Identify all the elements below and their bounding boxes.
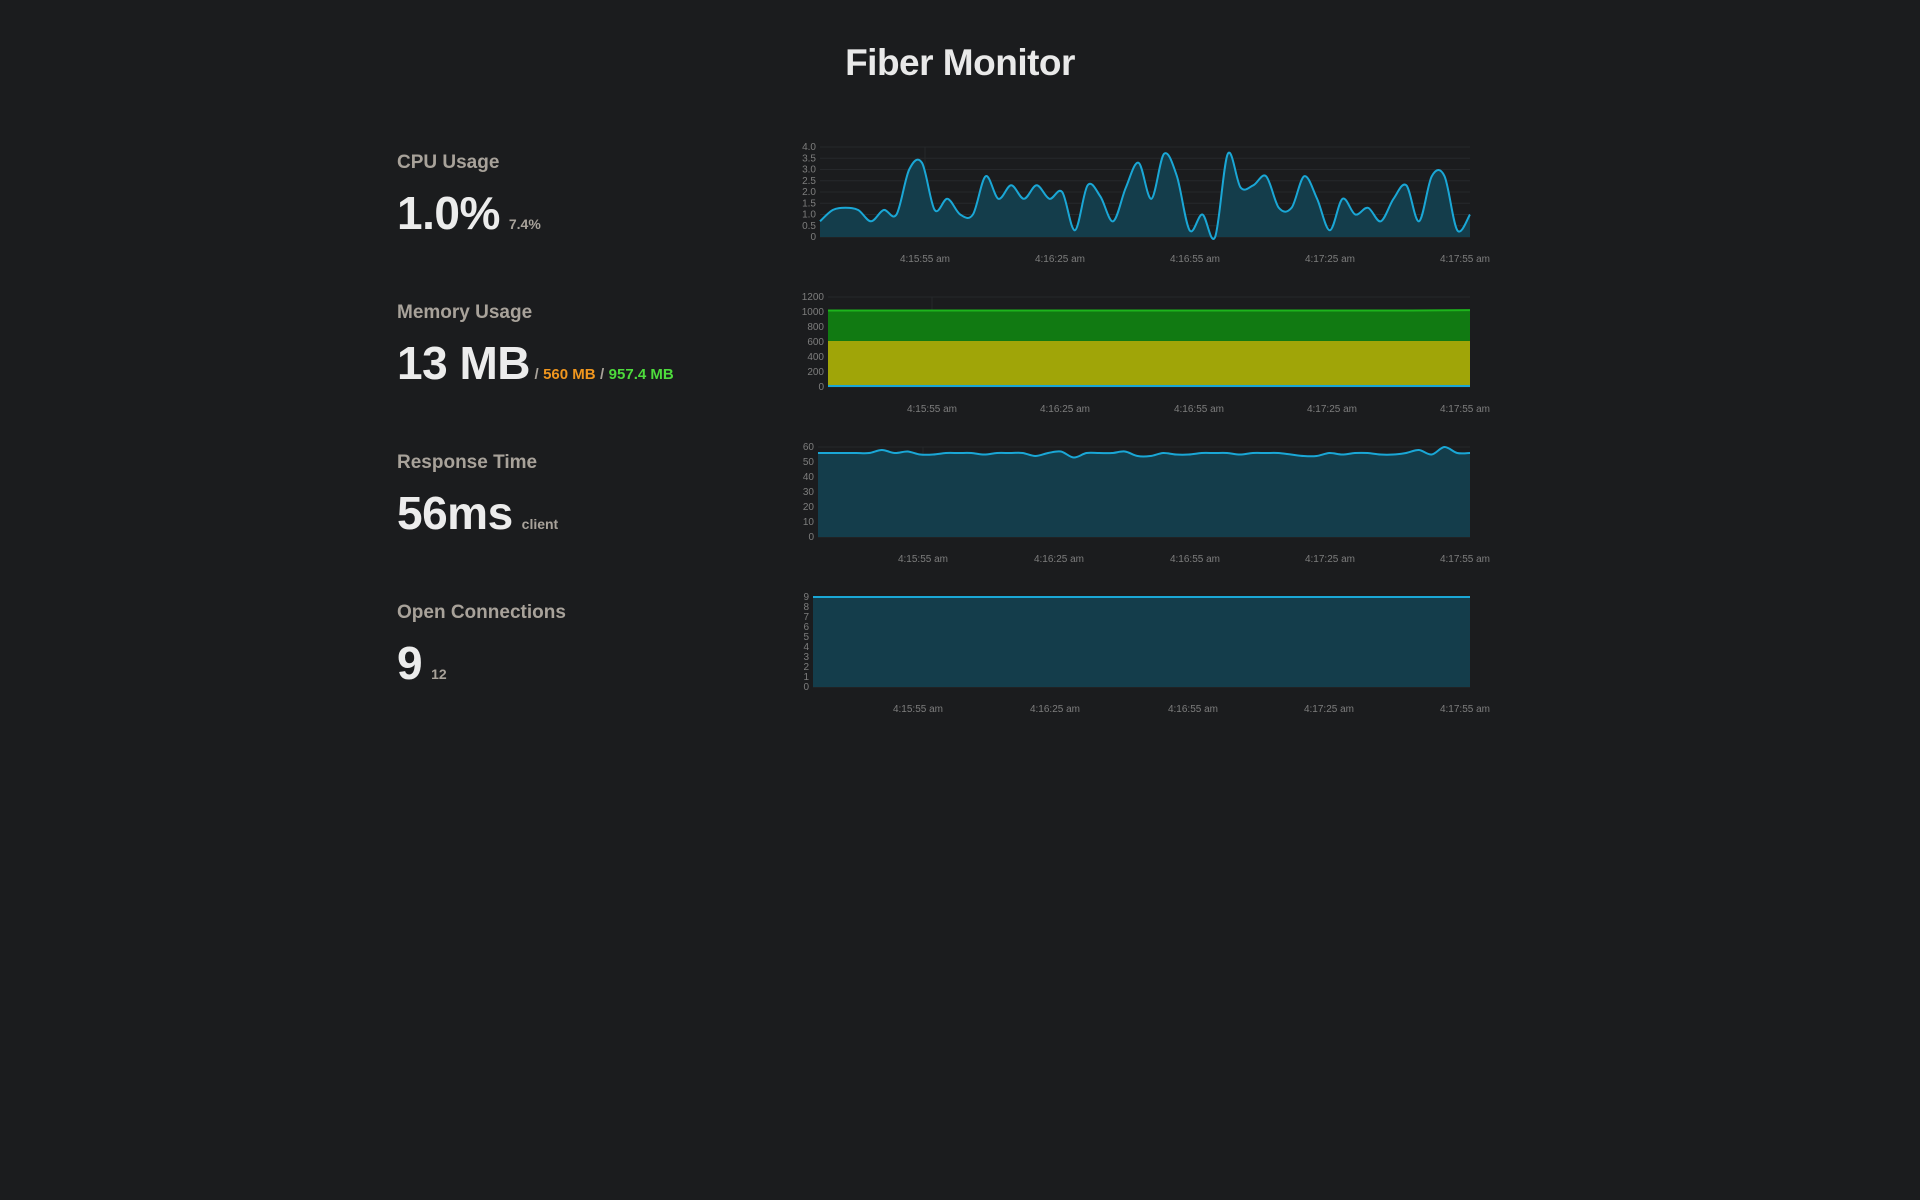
memory-heap-value: 560 MB (543, 366, 596, 383)
y-tick-label: 0 (810, 232, 816, 243)
cpu-system-value: 7.4% (508, 216, 541, 232)
x-tick-label: 4:16:55 am (1168, 704, 1218, 715)
response-chart: 0 10 20 30 40 50 60 4:15:55 am 4:16:25 am 4:16:55… (803, 442, 1490, 565)
y-tick-label: 30 (803, 487, 815, 498)
y-tick-label: 8 (803, 602, 809, 613)
x-tick-label: 4:17:55 am (1440, 254, 1490, 265)
x-tick-label: 4:17:25 am (1305, 254, 1355, 265)
y-tick-label: 3.5 (802, 153, 816, 164)
x-tick-label: 4:16:25 am (1030, 704, 1080, 715)
y-tick-label: 1000 (802, 307, 825, 318)
y-tick-label: 7 (803, 612, 809, 623)
open-connections-sub: 12 (431, 666, 447, 682)
y-tick-label: 600 (807, 337, 824, 348)
y-tick-label: 800 (807, 322, 824, 333)
memory-separator: / (534, 366, 539, 383)
y-tick-label: 60 (803, 442, 815, 453)
y-tick-label: 2.5 (802, 176, 816, 187)
x-tick-label: 4:17:55 am (1440, 554, 1490, 565)
y-tick-label: 40 (803, 472, 815, 483)
open-connections-value: 9 (397, 637, 423, 689)
y-tick-label: 10 (803, 517, 815, 528)
y-tick-label: 20 (803, 502, 815, 513)
y-tick-label: 4 (803, 642, 809, 653)
memory-usage-value: 13 MB (397, 337, 530, 389)
memory-separator: / (600, 366, 605, 383)
y-tick-label: 1 (803, 672, 809, 683)
x-tick-label: 4:16:55 am (1174, 404, 1224, 415)
x-tick-label: 4:17:55 am (1440, 404, 1490, 415)
y-tick-label: 2 (803, 662, 809, 673)
x-tick-label: 4:16:25 am (1040, 404, 1090, 415)
connections-chart: 0123456789 4:15:55 am 4:16:25 am 4:16:55 am… (803, 592, 1490, 715)
y-tick-label: 1.5 (802, 198, 816, 209)
cpu-usage-label: CPU Usage (397, 152, 500, 173)
response-time-label: Response Time (397, 452, 538, 473)
memory-usage-label: Memory Usage (397, 302, 533, 323)
x-tick-label: 4:17:25 am (1307, 404, 1357, 415)
x-tick-label: 4:16:25 am (1034, 554, 1084, 565)
memory-value-line: 13 MB / 560 MB / 957.4 MB (397, 336, 674, 390)
x-tick-label: 4:17:25 am (1304, 704, 1354, 715)
x-tick-label: 4:16:25 am (1035, 254, 1085, 265)
x-tick-label: 4:17:55 am (1440, 704, 1490, 715)
connections-value-line: 9 12 (397, 636, 447, 690)
x-tick-label: 4:15:55 am (893, 704, 943, 715)
x-tick-label: 4:15:55 am (900, 254, 950, 265)
connections-metric-row: Open Connections 9 12 0 1 2 3 4 5 6 7 8 9 4:15:55 a… (397, 592, 1527, 752)
series-area (818, 446, 1470, 537)
y-tick-label: 4.0 (802, 142, 816, 153)
open-connections-label: Open Connections (397, 602, 566, 623)
y-tick-label: 6 (803, 622, 809, 633)
y-tick-label: 0 (818, 382, 824, 393)
series-area (820, 152, 1470, 239)
cpu-chart: 00.51.01.52.02.53.03.54.0 4:15:55 am 4:16:… (802, 142, 1490, 265)
y-tick-label: 400 (807, 352, 824, 363)
series-area (828, 342, 1470, 387)
y-tick-label: 9 (803, 592, 809, 603)
response-time-value: 56ms (397, 487, 513, 539)
y-tick-label: 3 (803, 652, 809, 663)
y-tick-label: 200 (807, 367, 824, 378)
x-tick-label: 4:16:55 am (1170, 554, 1220, 565)
x-tick-label: 4:17:25 am (1305, 554, 1355, 565)
y-tick-label: 1.0 (802, 210, 816, 221)
y-tick-label: 2.0 (802, 187, 816, 198)
x-tick-label: 4:15:55 am (907, 404, 957, 415)
memory-total-value: 957.4 MB (608, 366, 674, 383)
response-value-line: 56ms client (397, 486, 558, 540)
memory-chart: 0 200 400 600 800 1000 1200 4:15:55 am 4:16:25 a… (802, 292, 1490, 415)
y-tick-label: 0 (808, 532, 814, 543)
y-tick-label: 0.5 (802, 221, 816, 232)
x-tick-label: 4:16:55 am (1170, 254, 1220, 265)
y-tick-label: 5 (803, 632, 809, 643)
page-title: Fiber Monitor (845, 42, 1075, 83)
cpu-usage-value: 1.0% (397, 187, 500, 239)
y-tick-label: 1200 (802, 292, 825, 303)
series-area (813, 597, 1470, 687)
response-time-sub: client (521, 516, 559, 532)
y-tick-label: 50 (803, 457, 815, 468)
y-tick-label: 3.0 (802, 165, 816, 176)
x-tick-label: 4:15:55 am (898, 554, 948, 565)
y-tick-label: 0 (803, 682, 809, 693)
cpu-value-line: 1.0% 7.4% (397, 186, 541, 240)
